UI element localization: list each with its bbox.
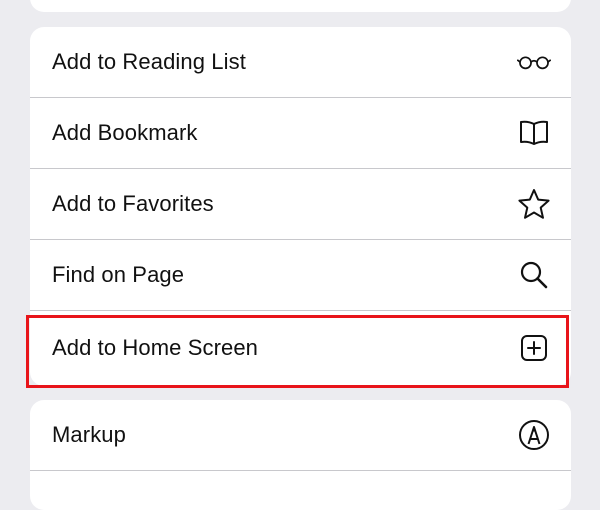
search-icon (517, 258, 551, 292)
menu-item-add-to-favorites[interactable]: Add to Favorites (30, 169, 571, 240)
menu-item-find-on-page[interactable]: Find on Page (30, 240, 571, 311)
menu-item-add-to-home-screen[interactable]: Add to Home Screen (30, 311, 571, 384)
book-icon (517, 116, 551, 150)
glasses-icon (517, 45, 551, 79)
star-icon (517, 187, 551, 221)
menu-item-label: Find on Page (52, 262, 185, 287)
plus-square-icon (517, 331, 551, 365)
previous-action-group (30, 0, 571, 12)
menu-item-label: Add to Home Screen (52, 334, 259, 360)
menu-item-add-bookmark[interactable]: Add Bookmark (30, 98, 571, 169)
menu-item-label: Markup (52, 422, 126, 447)
menu-item-label: Add to Reading List (52, 49, 246, 74)
menu-item-add-to-reading-list[interactable]: Add to Reading List (30, 27, 571, 98)
menu-item-markup[interactable]: Markup (30, 400, 571, 471)
markup-actions-group: Markup (30, 400, 571, 510)
menu-item-label: Add to Favorites (52, 191, 214, 216)
share-actions-group: Add to Reading List Add Bookmark Add to … (30, 27, 571, 386)
menu-item-label: Add Bookmark (52, 120, 198, 145)
markup-pen-icon (517, 418, 551, 452)
